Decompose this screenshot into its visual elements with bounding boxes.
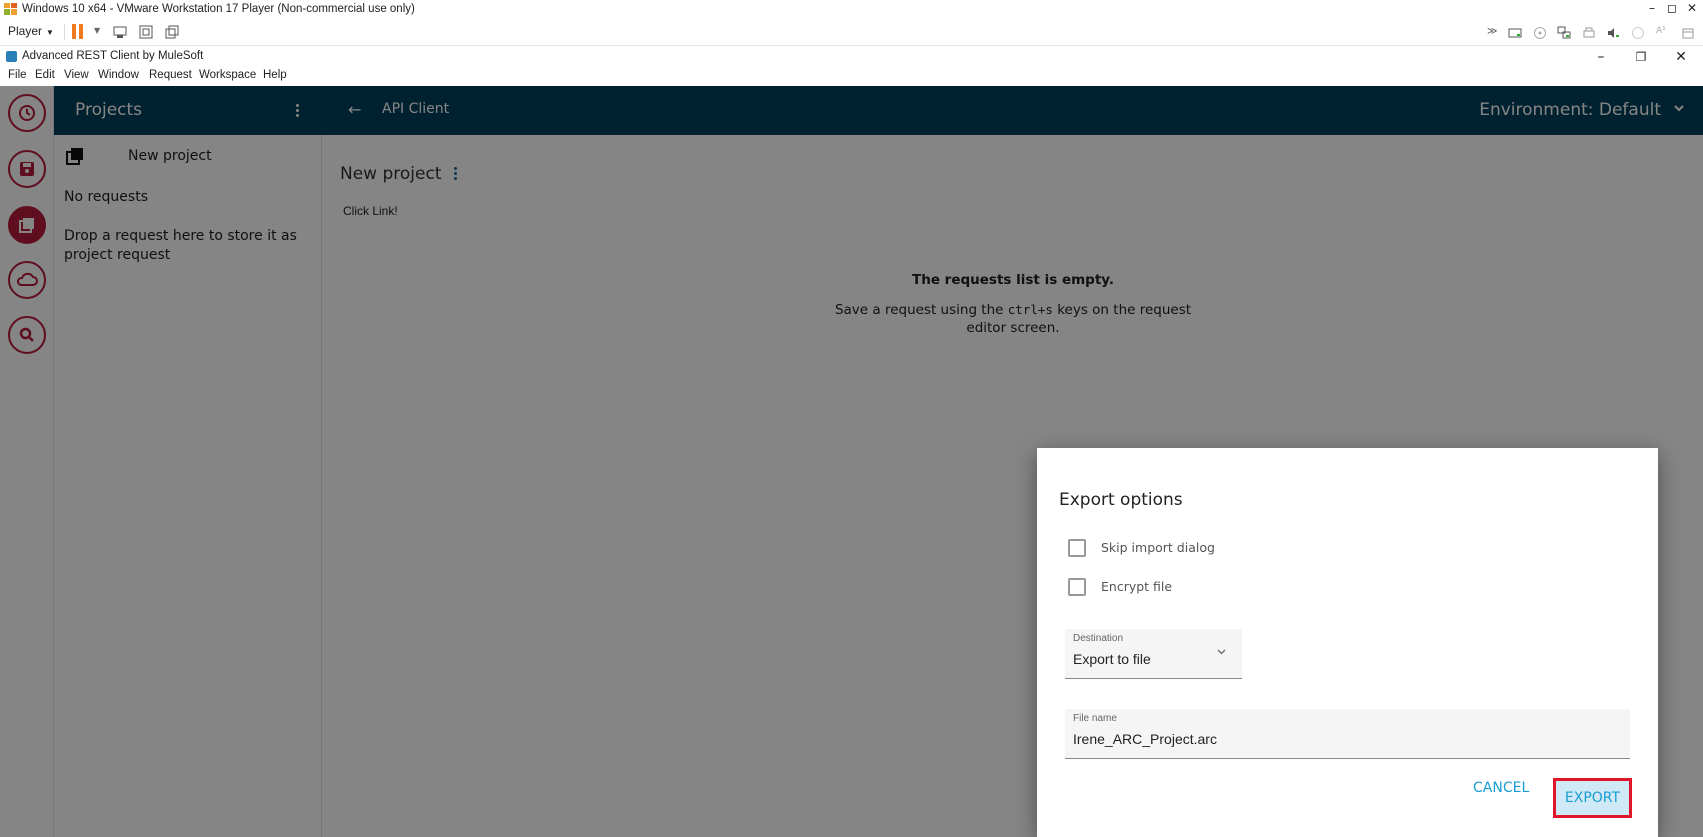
arc-app-icon <box>6 51 17 62</box>
toolbar-divider <box>64 24 65 40</box>
menu-workspace[interactable]: Workspace <box>199 69 256 81</box>
fullscreen-icon[interactable] <box>138 24 154 40</box>
unity-icon[interactable] <box>164 24 180 40</box>
menu-file[interactable]: File <box>8 69 27 81</box>
vm-toolbar: Player ▼ ▼ ≫ A¹ <box>0 18 1703 46</box>
destination-value: Export to file <box>1073 651 1151 667</box>
sound-icon[interactable] <box>1606 26 1620 40</box>
hard-disk-icon[interactable] <box>1508 26 1522 40</box>
export-button[interactable]: EXPORT <box>1553 778 1632 818</box>
cancel-button[interactable]: CANCEL <box>1473 780 1529 796</box>
vm-close-button[interactable]: ✕ <box>1683 0 1701 16</box>
encrypt-file-checkbox[interactable] <box>1068 578 1086 596</box>
destination-select[interactable]: Destination Export to file <box>1065 629 1242 679</box>
vm-maximize-button[interactable]: ◻ <box>1663 0 1681 16</box>
usb-icon[interactable] <box>1631 26 1645 40</box>
menu-window[interactable]: Window <box>98 69 139 81</box>
chevron-down-icon: ▼ <box>46 28 54 37</box>
app-title-bar: Advanced REST Client by MuleSoft – ❐ ✕ <box>0 47 1703 67</box>
cd-drive-icon[interactable] <box>1533 26 1547 40</box>
menu-help[interactable]: Help <box>263 69 287 81</box>
skip-import-checkbox[interactable] <box>1068 539 1086 557</box>
destination-label: Destination <box>1073 633 1124 644</box>
chevron-down-icon <box>1217 649 1226 655</box>
app-restore-button[interactable]: ❐ <box>1626 47 1656 67</box>
player-menu-button[interactable]: Player ▼ <box>8 24 54 38</box>
forward-icon[interactable]: ≫ <box>1487 26 1501 40</box>
encrypt-file-label: Encrypt file <box>1101 579 1173 594</box>
menu-edit[interactable]: Edit <box>35 69 55 81</box>
display-icon[interactable]: A¹ <box>1656 26 1670 40</box>
vmware-logo-icon <box>4 3 17 15</box>
pause-icon[interactable] <box>72 24 84 39</box>
app-window-title: Advanced REST Client by MuleSoft <box>22 50 204 62</box>
vm-title-bar: Windows 10 x64 - VMware Workstation 17 P… <box>0 0 1703 18</box>
file-name-value: Irene_ARC_Project.arc <box>1073 731 1217 747</box>
skip-import-label: Skip import dialog <box>1101 540 1215 555</box>
export-options-dialog: Export options Skip import dialog Encryp… <box>1037 448 1658 837</box>
dialog-title: Export options <box>1059 490 1183 510</box>
vm-window-title: Windows 10 x64 - VMware Workstation 17 P… <box>22 3 415 15</box>
network-icon[interactable] <box>1557 26 1571 40</box>
printer-icon[interactable] <box>1582 26 1596 40</box>
vm-minimize-button[interactable]: – <box>1643 0 1661 16</box>
player-menu-label: Player <box>8 24 43 38</box>
menu-bar: File Edit View Window Request Workspace … <box>0 67 1703 86</box>
pause-dropdown-icon[interactable]: ▼ <box>94 26 100 35</box>
send-ctrl-alt-del-icon[interactable] <box>112 24 128 40</box>
app-close-button[interactable]: ✕ <box>1666 47 1696 67</box>
file-name-label: File name <box>1073 713 1117 724</box>
menu-view[interactable]: View <box>64 69 89 81</box>
message-icon[interactable] <box>1681 26 1695 40</box>
file-name-input[interactable]: File name Irene_ARC_Project.arc <box>1065 709 1630 759</box>
app-minimize-button[interactable]: – <box>1586 47 1616 67</box>
menu-request[interactable]: Request <box>149 69 192 81</box>
